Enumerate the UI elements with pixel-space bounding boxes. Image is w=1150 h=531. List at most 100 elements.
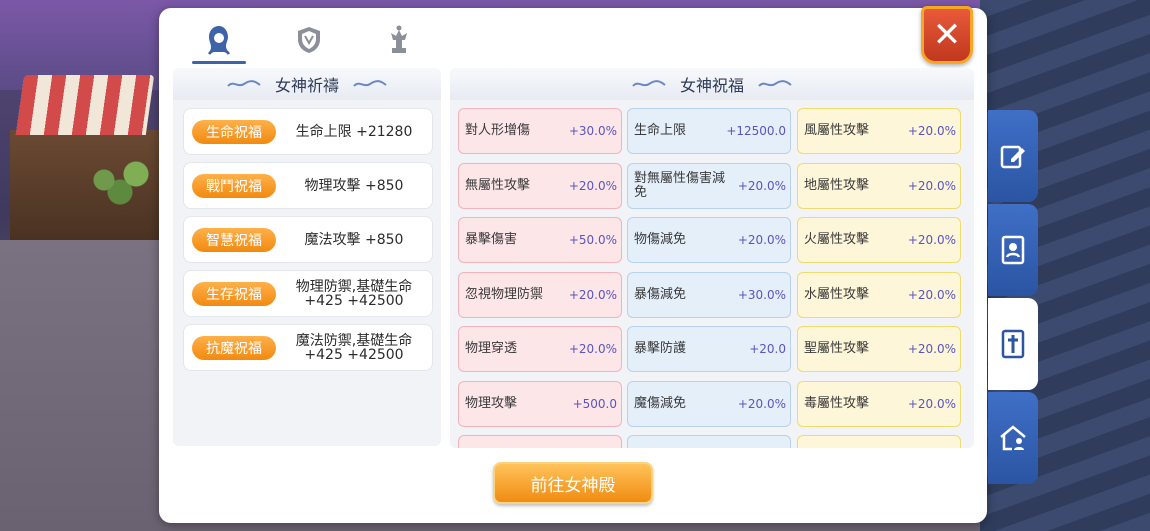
blessing-value: +20.0% (907, 342, 956, 356)
goddess-blessing-section[interactable]: 女神祝福 對人形增傷 +30.0% 無屬性攻擊 +20.0% 暴擊傷害 +50.0% … (450, 68, 974, 448)
blessing-value: +20.0% (737, 233, 786, 247)
blessing-cell: 風屬性攻擊 +20.0% (797, 108, 961, 154)
blessing-value: +20.0% (568, 178, 617, 193)
close-button[interactable]: ✕ (921, 6, 973, 64)
statue-icon (391, 25, 407, 53)
blessing-name: 暴擊傷害 (465, 232, 518, 247)
blessing-name: 風屬性攻擊 (804, 123, 870, 138)
tab-shield[interactable] (279, 16, 339, 64)
blessing-name: 無屬性攻擊 (465, 177, 531, 193)
blessing-value: +20.0% (907, 287, 956, 302)
blessing-value: +20.0% (907, 178, 956, 193)
blessing-column-offense: 對人形增傷 +30.0% 無屬性攻擊 +20.0% 暴擊傷害 +50.0% 忽視物理防… (458, 108, 622, 448)
blessing-value: +20.0 (749, 342, 786, 356)
blessing-cell-partial (627, 435, 791, 448)
prayer-row-antimagic: 抗魔祝福 魔法防禦,基礎生命 +425 +42500 (183, 324, 433, 371)
blessing-name: 物理穿透 (465, 341, 518, 356)
blessing-cell: 忽視物理防禦 +20.0% (458, 271, 622, 318)
go-to-temple-button[interactable]: 前往女神殿 (493, 462, 653, 504)
background-awning (15, 75, 155, 135)
blessing-value: +20.0% (907, 124, 956, 138)
prayer-row-battle: 戰鬥祝福 物理攻擊 +850 (183, 162, 433, 209)
blessing-name: 忽視物理防禦 (465, 286, 544, 302)
blessing-value: +20.0% (907, 233, 956, 247)
blessing-cell: 水屬性攻擊 +20.0% (797, 271, 961, 318)
blessing-cell: 對無屬性傷害減免 +20.0% (627, 162, 791, 209)
blessing-cell: 物理攻擊 +500.0 (458, 380, 622, 427)
wave-left-icon (632, 80, 666, 87)
prayer-badge: 生命祝福 (192, 119, 276, 144)
wave-left-icon (227, 80, 261, 87)
blessing-grid: 對人形增傷 +30.0% 無屬性攻擊 +20.0% 暴擊傷害 +50.0% 忽視物理防… (458, 108, 966, 448)
blessing-value: +20.0% (737, 396, 786, 411)
goddess-panel: ✕ 女神祈禱 生命祝福 生命上限 +21280 戰鬥祝福 物理攻擊 +850 智… (159, 6, 987, 523)
side-nav (988, 110, 1040, 486)
prayer-row-survival: 生存祝福 物理防禦,基礎生命 +425 +42500 (183, 270, 433, 317)
prayer-value: 魔法攻擊 +850 (304, 231, 404, 248)
prayer-value: 物理防禦,基礎生命 +425 +42500 (295, 278, 413, 309)
blessing-cell: 無屬性攻擊 +20.0% (458, 162, 622, 209)
side-nav-goddess[interactable] (988, 298, 1038, 390)
goddess-prayer-title: 女神祈禱 (274, 76, 339, 95)
prayer-row-life: 生命祝福 生命上限 +21280 (183, 108, 433, 155)
prayer-badge: 抗魔祝福 (192, 335, 276, 360)
blessing-cell: 物傷減免 +20.0% (627, 217, 791, 263)
blessing-cell-partial (797, 435, 961, 448)
blessing-name: 毒屬性攻擊 (804, 395, 870, 411)
blessing-cell: 暴傷減免 +30.0% (627, 271, 791, 318)
blessing-name: 火屬性攻擊 (804, 232, 870, 247)
prayer-badge: 智慧祝福 (192, 227, 276, 252)
blessing-name: 物傷減免 (634, 232, 687, 247)
prayer-list: 生命祝福 生命上限 +21280 戰鬥祝福 物理攻擊 +850 智慧祝福 魔法攻… (183, 108, 433, 378)
blessing-value: +30.0% (568, 124, 617, 138)
blessing-value: +20.0% (568, 342, 617, 356)
background-plants (80, 150, 160, 210)
blessing-cell: 物理穿透 +20.0% (458, 326, 622, 372)
blessing-name: 水屬性攻擊 (804, 286, 870, 302)
blessing-cell: 生命上限 +12500.0 (627, 108, 791, 154)
prayer-value: 物理攻擊 +850 (304, 177, 404, 194)
blessing-name: 聖屬性攻擊 (804, 341, 870, 356)
blessing-column-element: 風屬性攻擊 +20.0% 地屬性攻擊 +20.0% 火屬性攻擊 +20.0% 水屬性攻… (797, 108, 961, 448)
tab-statue[interactable] (369, 16, 429, 64)
blessing-cell: 毒屬性攻擊 +20.0% (797, 380, 961, 427)
blessing-cell: 聖屬性攻擊 +20.0% (797, 326, 961, 372)
edit-icon (1000, 145, 1025, 169)
prayer-badge: 戰鬥祝福 (192, 173, 276, 198)
blessing-value: +30.0% (737, 287, 786, 302)
cross-book-icon (1001, 329, 1025, 359)
blessing-name: 物理攻擊 (465, 395, 518, 411)
blessing-value: +20.0% (568, 287, 617, 302)
side-nav-edit[interactable] (988, 110, 1038, 202)
prayer-row-wisdom: 智慧祝福 魔法攻擊 +850 (183, 216, 433, 263)
blessing-name: 暴傷減免 (634, 286, 687, 302)
blessing-value: +20.0% (737, 178, 786, 193)
prayer-value: 生命上限 +21280 (295, 123, 413, 140)
blessing-cell: 對人形增傷 +30.0% (458, 108, 622, 154)
side-nav-guild[interactable] (988, 392, 1038, 484)
tab-goddess[interactable] (189, 16, 249, 64)
goddess-prayer-header: 女神祈禱 (173, 68, 441, 100)
prayer-value: 魔法防禦,基礎生命 +425 +42500 (295, 332, 413, 363)
goddess-blessing-title: 女神祝福 (679, 76, 744, 95)
blessing-cell: 暴擊防護 +20.0 (627, 326, 791, 372)
blessing-column-defense: 生命上限 +12500.0 對無屬性傷害減免 +20.0% 物傷減免 +20.0% 暴… (627, 108, 791, 448)
blessing-cell-partial (458, 435, 622, 448)
house-person-icon (1000, 425, 1026, 451)
blessing-cell: 火屬性攻擊 +20.0% (797, 217, 961, 263)
blessing-name: 生命上限 (634, 123, 687, 138)
wave-right-icon (758, 80, 792, 87)
goddess-prayer-section: 女神祈禱 生命祝福 生命上限 +21280 戰鬥祝福 物理攻擊 +850 智慧祝… (173, 68, 441, 446)
blessing-cell: 地屬性攻擊 +20.0% (797, 162, 961, 209)
side-nav-contacts[interactable] (988, 204, 1038, 296)
blessing-value: +20.0% (907, 396, 956, 411)
contact-book-icon (1001, 235, 1025, 265)
panel-tabs (189, 16, 429, 64)
blessing-name: 魔傷減免 (634, 395, 687, 411)
blessing-value: +500.0 (572, 396, 617, 411)
blessing-value: +50.0% (568, 233, 617, 247)
blessing-name: 對無屬性傷害減免 (634, 170, 726, 200)
blessing-name: 對人形增傷 (465, 123, 531, 138)
blessing-name: 地屬性攻擊 (804, 177, 870, 193)
wave-right-icon (353, 80, 387, 87)
